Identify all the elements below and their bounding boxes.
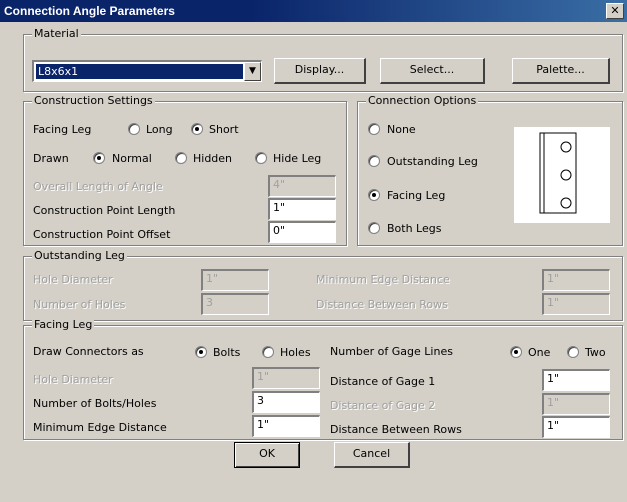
hide-leg-radio[interactable] <box>255 152 267 164</box>
gage2-label: Distance of Gage 2 <box>330 399 436 412</box>
gage1-field[interactable]: 1" <box>542 369 610 391</box>
outstanding-leg-group: Outstanding Leg <box>23 249 623 321</box>
overall-length-value: 4" <box>273 178 286 191</box>
outstanding-leg-radio[interactable] <box>368 155 380 167</box>
angle-preview-image <box>514 127 610 223</box>
short-radio[interactable] <box>191 123 203 135</box>
long-radio-label[interactable]: Long <box>146 123 173 136</box>
display-button[interactable]: Display... <box>274 58 366 84</box>
two-gage-radio[interactable] <box>567 346 579 358</box>
construction-settings-label: Construction Settings <box>32 94 155 107</box>
holes-radio[interactable] <box>262 346 274 358</box>
chevron-down-icon[interactable]: ▼ <box>244 62 261 81</box>
gage1-label: Distance of Gage 1 <box>330 375 436 388</box>
fl-hole-diameter-label: Hole Diameter <box>33 373 113 386</box>
draw-connectors-label: Draw Connectors as <box>33 345 144 358</box>
os-dist-rows-label: Distance Between Rows <box>316 298 448 311</box>
facing-leg-radio[interactable] <box>368 189 380 201</box>
angle-preview-icon <box>539 132 577 214</box>
palette-button[interactable]: Palette... <box>512 58 610 84</box>
os-min-edge-value: 1" <box>547 272 560 285</box>
fl-num-bolts-value: 3 <box>257 394 264 407</box>
fl-min-edge-value: 1" <box>257 418 270 431</box>
os-hole-diameter-field: 1" <box>201 269 269 291</box>
overall-length-label: Overall Length of Angle <box>33 180 163 193</box>
one-gage-radio-label[interactable]: One <box>528 346 550 359</box>
facing-leg-radio-label[interactable]: Facing Leg <box>387 189 445 202</box>
title-bar[interactable]: Connection Angle Parameters ✕ <box>0 0 627 22</box>
gage1-value: 1" <box>547 372 560 385</box>
cp-offset-label: Construction Point Offset <box>33 228 171 241</box>
os-min-edge-label: Minimum Edge Distance <box>316 273 450 286</box>
fl-dist-rows-label: Distance Between Rows <box>330 423 462 436</box>
overall-length-field: 4" <box>268 175 336 197</box>
both-legs-radio-label[interactable]: Both Legs <box>387 222 441 235</box>
close-button[interactable]: ✕ <box>606 3 624 19</box>
facing-leg-label: Facing Leg <box>33 123 92 136</box>
os-num-holes-value: 3 <box>206 296 213 309</box>
outstanding-leg-radio-label[interactable]: Outstanding Leg <box>387 155 478 168</box>
normal-radio[interactable] <box>93 152 105 164</box>
os-dist-rows-value: 1" <box>547 296 560 309</box>
os-hole-diameter-value: 1" <box>206 272 219 285</box>
drawn-label: Drawn <box>33 152 69 165</box>
os-hole-diameter-label: Hole Diameter <box>33 273 113 286</box>
hidden-radio-label[interactable]: Hidden <box>193 152 232 165</box>
close-icon: ✕ <box>610 4 620 17</box>
cp-length-value: 1" <box>273 201 286 214</box>
cancel-button[interactable]: Cancel <box>334 442 410 468</box>
dialog-window: Connection Angle Parameters ✕ Material L… <box>0 0 627 502</box>
os-num-holes-label: Number of Holes <box>33 298 126 311</box>
cp-length-label: Construction Point Length <box>33 204 176 217</box>
holes-radio-label[interactable]: Holes <box>280 346 311 359</box>
dialog-title: Connection Angle Parameters <box>4 4 175 18</box>
bolts-radio-label[interactable]: Bolts <box>213 346 240 359</box>
connection-options-label: Connection Options <box>366 94 479 107</box>
fl-dist-rows-field[interactable]: 1" <box>542 416 610 438</box>
os-num-holes-field: 3 <box>201 293 269 315</box>
gage2-value: 1" <box>547 396 560 409</box>
cancel-button-label: Cancel <box>352 447 391 460</box>
cp-offset-field[interactable]: 0" <box>268 221 336 243</box>
normal-radio-label[interactable]: Normal <box>112 152 152 165</box>
material-group-label: Material <box>32 27 81 40</box>
none-radio-label[interactable]: None <box>387 123 416 136</box>
os-dist-rows-field: 1" <box>542 293 610 315</box>
ok-button-label: OK <box>259 447 275 460</box>
palette-button-label: Palette... <box>536 63 585 76</box>
gage-lines-label: Number of Gage Lines <box>330 345 453 358</box>
material-select[interactable]: L8x6x1 ▼ <box>32 60 262 82</box>
fl-num-bolts-label: Number of Bolts/Holes <box>33 397 157 410</box>
fl-min-edge-label: Minimum Edge Distance <box>33 421 167 434</box>
os-min-edge-field: 1" <box>542 269 610 291</box>
material-selected-value: L8x6x1 <box>36 64 243 79</box>
fl-min-edge-field[interactable]: 1" <box>252 415 320 437</box>
ok-button[interactable]: OK <box>234 442 300 468</box>
fl-dist-rows-value: 1" <box>547 419 560 432</box>
hidden-radio[interactable] <box>175 152 187 164</box>
none-radio[interactable] <box>368 123 380 135</box>
fl-num-bolts-field[interactable]: 3 <box>252 391 320 413</box>
hide-leg-radio-label[interactable]: Hide Leg <box>273 152 321 165</box>
long-radio[interactable] <box>128 123 140 135</box>
cp-length-field[interactable]: 1" <box>268 198 336 220</box>
outstanding-leg-label: Outstanding Leg <box>32 249 127 262</box>
display-button-label: Display... <box>294 63 345 76</box>
facing-leg-group-label: Facing Leg <box>32 318 95 331</box>
fl-hole-diameter-value: 1" <box>257 370 270 383</box>
two-gage-radio-label[interactable]: Two <box>585 346 606 359</box>
bolts-radio[interactable] <box>195 346 207 358</box>
short-radio-label[interactable]: Short <box>209 123 239 136</box>
cp-offset-value: 0" <box>273 224 286 237</box>
select-button-label: Select... <box>409 63 455 76</box>
fl-hole-diameter-field: 1" <box>252 367 320 389</box>
select-button[interactable]: Select... <box>380 58 485 84</box>
both-legs-radio[interactable] <box>368 222 380 234</box>
one-gage-radio[interactable] <box>510 346 522 358</box>
gage2-field: 1" <box>542 393 610 415</box>
